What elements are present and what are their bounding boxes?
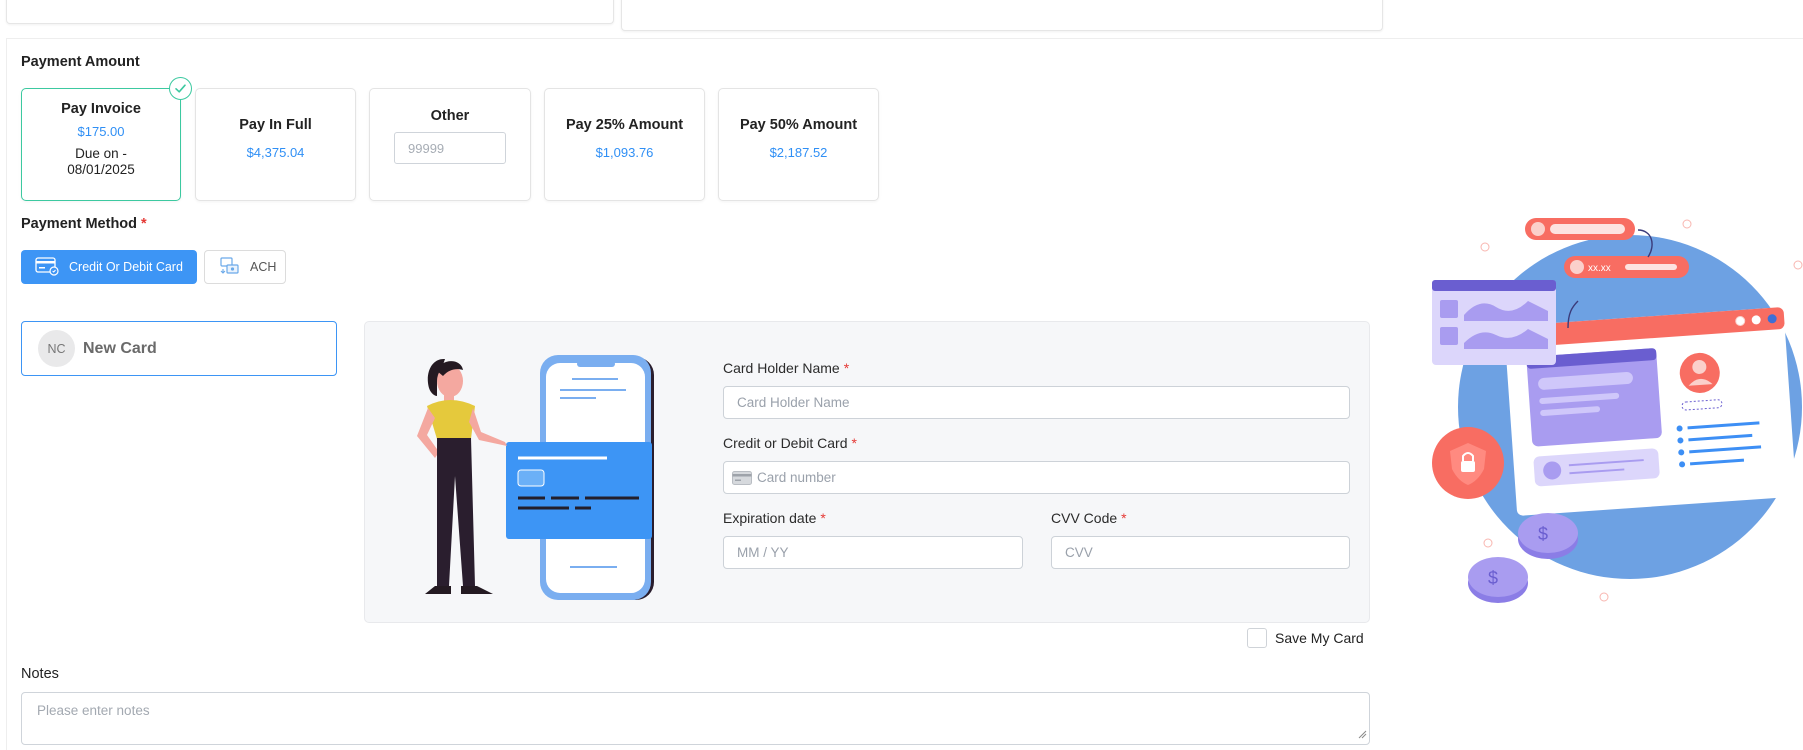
card-number-placeholder: Card number bbox=[757, 470, 836, 485]
required-mark: * bbox=[820, 510, 826, 526]
pay-invoice-title: Pay Invoice bbox=[61, 101, 141, 117]
notes-placeholder: Please enter notes bbox=[37, 703, 150, 718]
other-amount-input[interactable]: 99999 bbox=[394, 132, 506, 164]
new-card-option[interactable]: NC New Card bbox=[21, 321, 337, 376]
payment-amount-label: Payment Amount bbox=[21, 54, 140, 70]
payment-security-illustration: xx.xx $ $ bbox=[1432, 218, 1803, 603]
card-holder-label-text: Card Holder Name bbox=[723, 360, 840, 376]
pay-in-full-value: $4,375.04 bbox=[246, 145, 305, 160]
expiration-label: Expiration date * bbox=[723, 510, 826, 526]
pay-25-card[interactable]: Pay 25% Amount $1,093.76 bbox=[544, 88, 705, 201]
pay-25-title: Pay 25% Amount bbox=[565, 117, 684, 133]
credit-card-icon bbox=[35, 256, 59, 279]
card-number-label: Credit or Debit Card * bbox=[723, 435, 857, 451]
credit-card-method-label: Credit Or Debit Card bbox=[69, 260, 183, 274]
required-mark: * bbox=[141, 216, 147, 232]
card-holder-input[interactable]: Card Holder Name bbox=[723, 386, 1350, 419]
other-amount-card[interactable]: Other 99999 bbox=[369, 88, 531, 201]
save-card-checkbox[interactable] bbox=[1247, 628, 1267, 648]
expiration-input[interactable]: MM / YY bbox=[723, 536, 1023, 569]
payment-method-label: Payment Method * bbox=[21, 216, 147, 232]
expiration-label-text: Expiration date bbox=[723, 510, 817, 526]
selected-check-icon bbox=[169, 77, 192, 100]
pay-50-card[interactable]: Pay 50% Amount $2,187.52 bbox=[718, 88, 879, 201]
pay-in-full-card[interactable]: Pay In Full $4,375.04 bbox=[195, 88, 356, 201]
cvv-label-text: CVV Code bbox=[1051, 510, 1118, 526]
card-avatar: NC bbox=[38, 330, 75, 367]
save-card-row[interactable]: Save My Card bbox=[1247, 628, 1364, 648]
pay-invoice-due: Due on - 08/01/2025 bbox=[67, 146, 135, 177]
dollar-coin-icon: $ bbox=[1488, 568, 1498, 588]
payment-method-label-text: Payment Method bbox=[21, 216, 138, 232]
save-card-label: Save My Card bbox=[1275, 630, 1364, 646]
top-card-right bbox=[621, 0, 1383, 31]
card-holder-label: Card Holder Name * bbox=[723, 360, 849, 376]
pay-invoice-value: $175.00 bbox=[77, 124, 125, 139]
resize-handle-icon[interactable] bbox=[1357, 727, 1367, 742]
pay-in-full-title: Pay In Full bbox=[239, 117, 312, 133]
card-form-panel: Card Holder Name * Card Holder Name Credi… bbox=[364, 321, 1370, 623]
pay-invoice-card[interactable]: Pay Invoice $175.00 Due on - 08/01/2025 bbox=[21, 77, 192, 201]
other-amount-title: Other bbox=[430, 108, 470, 124]
card-number-input[interactable]: Card number bbox=[723, 461, 1350, 494]
required-mark: * bbox=[851, 435, 857, 451]
cvv-input[interactable]: CVV bbox=[1051, 536, 1350, 569]
top-card-left bbox=[6, 0, 614, 24]
required-mark: * bbox=[1121, 510, 1127, 526]
ach-method-label: ACH bbox=[250, 260, 277, 274]
ach-method-button[interactable]: ACH bbox=[204, 250, 286, 284]
masked-amount-text: xx.xx bbox=[1588, 263, 1611, 274]
bank-transfer-icon bbox=[219, 255, 241, 280]
dollar-coin-icon: $ bbox=[1538, 524, 1548, 544]
notes-textarea[interactable]: Please enter notes bbox=[21, 692, 1370, 745]
notes-label: Notes bbox=[21, 666, 59, 682]
woman-phone-illustration bbox=[417, 355, 654, 600]
card-brand-icon bbox=[732, 470, 752, 485]
pay-50-title: Pay 50% Amount bbox=[739, 117, 858, 133]
required-mark: * bbox=[843, 360, 850, 376]
new-card-label: New Card bbox=[83, 339, 157, 357]
pay-50-value: $2,187.52 bbox=[769, 145, 828, 160]
credit-card-method-button[interactable]: Credit Or Debit Card bbox=[21, 250, 197, 284]
card-number-label-text: Credit or Debit Card bbox=[723, 435, 848, 451]
pay-25-value: $1,093.76 bbox=[595, 145, 654, 160]
cvv-label: CVV Code * bbox=[1051, 510, 1127, 526]
